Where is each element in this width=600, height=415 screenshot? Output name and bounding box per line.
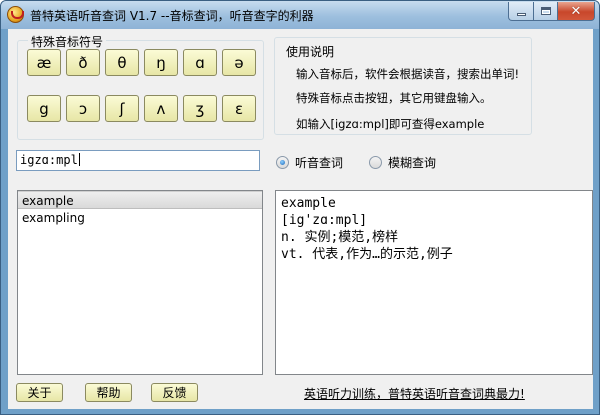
symbol-button-alpha[interactable]: ɑ	[183, 49, 217, 76]
usage-title: 使用说明	[286, 45, 335, 59]
radio-listen-label: 听音查词	[295, 156, 344, 170]
radio-fuzzy-search[interactable]: 模糊查询	[369, 154, 436, 171]
app-logo-icon	[7, 6, 24, 23]
maximize-icon	[540, 7, 551, 15]
close-button[interactable]: ✕	[557, 2, 595, 21]
detail-word: example	[281, 196, 336, 211]
radio-selected-icon	[276, 156, 289, 169]
symbol-button-schwa[interactable]: ə	[222, 49, 256, 76]
title-bar[interactable]: 普特英语听音查词 V1.7 --音标查词，听音查字的利器 ✕	[1, 1, 599, 29]
symbol-button-eth[interactable]: ð	[66, 49, 100, 76]
usage-instructions: 使用说明 输入音标后，软件会根据读音，搜索出单词! 特殊音标点击按钮，其它用键盘…	[274, 37, 532, 135]
special-symbols-group: 特殊音标符号 æ ð θ ŋ ɑ ə g ɔ ʃ ʌ ʒ ɛ	[17, 33, 264, 140]
word-detail-panel: example [ig'zɑ:mpl] n. 实例;模范,榜样 vt. 代表,作…	[275, 190, 593, 375]
main-panel: 特殊音标符号 æ ð θ ŋ ɑ ə g ɔ ʃ ʌ ʒ ɛ 使用说明 输入音标…	[8, 29, 593, 409]
symbol-button-wedge[interactable]: ʌ	[144, 95, 178, 122]
usage-line-2: 特殊音标点击按钮，其它用键盘输入。	[296, 91, 492, 105]
radio-listen-search[interactable]: 听音查词	[276, 154, 343, 171]
usage-line-1: 输入音标后，软件会根据读音，搜索出单词!	[296, 67, 520, 81]
window-title: 普特英语听音查词 V1.7 --音标查词，听音查字的利器	[30, 9, 314, 23]
detail-definition-noun: n. 实例;模范,榜样	[281, 230, 399, 245]
symbol-button-epsilon[interactable]: ɛ	[222, 95, 256, 122]
symbol-button-esh[interactable]: ʃ	[105, 95, 139, 122]
list-item[interactable]: example	[18, 191, 262, 209]
symbol-button-theta[interactable]: θ	[105, 49, 139, 76]
symbol-button-ezh[interactable]: ʒ	[183, 95, 217, 122]
list-item[interactable]: exampling	[18, 209, 262, 227]
app-window: 普特英语听音查词 V1.7 --音标查词，听音查字的利器 ✕ 特殊音标符号 æ …	[0, 0, 600, 415]
feedback-button[interactable]: 反馈	[151, 383, 198, 402]
symbol-button-open-o[interactable]: ɔ	[66, 95, 100, 122]
minimize-icon	[516, 13, 526, 16]
help-button[interactable]: 帮助	[85, 383, 132, 402]
minimize-button[interactable]	[508, 2, 534, 21]
phonetic-search-input[interactable]: igzɑ:mpl	[16, 150, 260, 171]
close-icon: ✕	[570, 3, 582, 19]
promo-link[interactable]: 英语听力训练，普特英语听音查词典最力!	[304, 385, 525, 402]
result-list[interactable]: example exampling	[17, 190, 263, 375]
special-symbols-label: 特殊音标符号	[28, 33, 107, 50]
detail-definition-verb: vt. 代表,作为…的示范,例子	[281, 247, 453, 262]
radio-unselected-icon	[369, 156, 382, 169]
about-button[interactable]: 关于	[16, 383, 63, 402]
usage-line-3: 如输入[igzɑ:mpl]即可查得example	[296, 117, 485, 131]
detail-phonetic: [ig'zɑ:mpl]	[281, 213, 368, 228]
symbol-button-ae[interactable]: æ	[27, 49, 61, 76]
radio-fuzzy-label: 模糊查询	[388, 156, 437, 170]
maximize-button[interactable]	[533, 2, 558, 21]
symbol-button-eng[interactable]: ŋ	[144, 49, 178, 76]
symbol-button-g[interactable]: g	[27, 95, 61, 122]
